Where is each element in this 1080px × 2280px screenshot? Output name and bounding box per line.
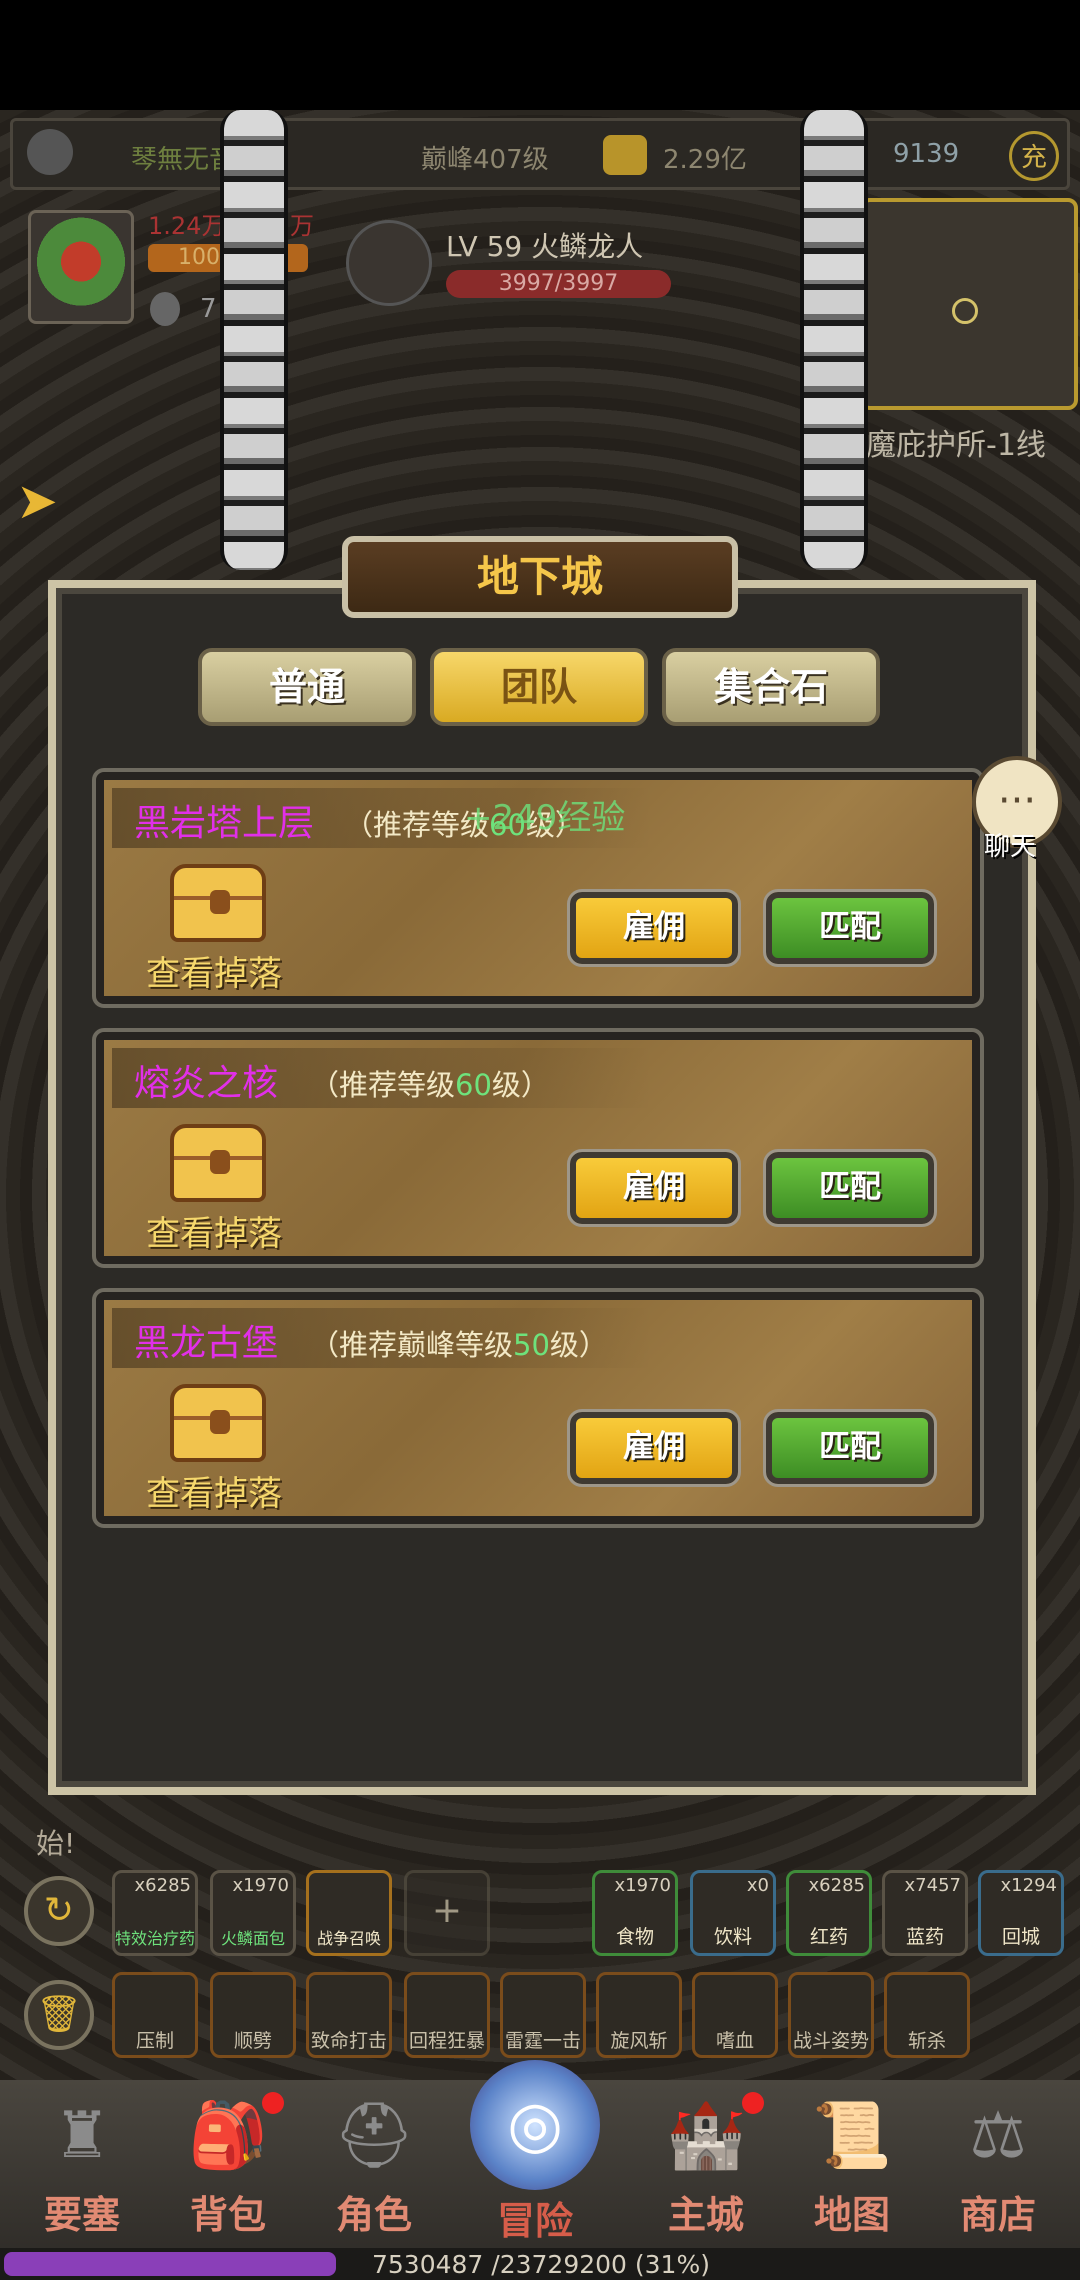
boss-portrait [346,220,432,306]
exp-bar-fill [4,2252,336,2276]
skill-slot[interactable]: 致命打击 [306,1972,392,2058]
nav-shop[interactable]: ⚖ 商店 [938,2088,1058,2258]
consumable-slot[interactable]: x1970 火鳞面包 [210,1870,296,1956]
skill-slot[interactable]: 回程狂暴 [404,1972,490,2058]
dungeon-name: 熔炎之核 [134,1063,279,1104]
gold-icon [603,135,647,175]
scroll-icon: 📜 [812,2099,892,2173]
right-chain [800,110,868,570]
chat-label[interactable]: 聊天 [984,826,1036,863]
nav-main-city[interactable]: 🏰 主城 [646,2088,766,2258]
nav-fortress[interactable]: ♜ 要塞 [22,2088,142,2258]
gold-amount: 2.29亿 [663,145,747,175]
combat-log-text: 始! [36,1827,76,1860]
player-power: 1.24万 [148,212,226,240]
dungeon-card-1: 黑岩塔上层 （推荐等级60级） +249经验 查看掉落 雇佣 匹配 [92,768,984,1008]
hire-button[interactable]: 雇佣 [567,1409,741,1487]
skill-slot[interactable]: 嗜血 [692,1972,778,2058]
skill-slot[interactable]: 压制 [112,1972,198,2058]
return-city-slot[interactable]: x1294 回城 [978,1870,1064,1956]
dungeon-card-2: 熔炎之核 （推荐等级60级） 查看掉落 雇佣 匹配 [92,1028,984,1268]
dungeon-card-3: 黑龙古堡 （推荐巅峰等级50级） 查看掉落 雇佣 匹配 [92,1288,984,1528]
map-marker-icon [952,298,978,324]
left-chain [220,110,288,570]
castle-icon: 🏰 [666,2099,746,2173]
hire-button[interactable]: 雇佣 [567,889,741,967]
recharge-button[interactable]: 充 [1009,131,1059,181]
boss-hp-bar: 3997/3997 [446,270,671,298]
nav-adventure[interactable]: ◎ 冒险 [460,2060,610,2243]
drink-slot[interactable]: x0 饮料 [690,1870,776,1956]
treasure-chest-icon[interactable] [170,864,266,942]
refresh-icon[interactable]: ↻ [24,1876,94,1946]
potion-icon [150,292,180,326]
nav-map[interactable]: 📜 地图 [792,2088,912,2258]
tab-normal[interactable]: 普通 [198,648,416,726]
gem-amount: 9139 [893,139,960,169]
shop-icon: ⚖ [969,2099,1027,2173]
view-drops-link[interactable]: 查看掉落 [146,1206,282,1255]
fortress-icon: ♜ [53,2099,111,2173]
peak-level: 巅峰407级 [421,145,549,175]
exp-text: 7530487 /23729200 (31%) [372,2250,710,2279]
treasure-chest-icon[interactable] [170,1384,266,1462]
consumable-slot[interactable]: x6285 特效治疗药 [112,1870,198,1956]
skill-slot[interactable]: 雷霆一击 [500,1972,586,2058]
skill-slot[interactable]: 斩杀 [884,1972,970,2058]
consumable-slot[interactable]: 战争召唤 [306,1870,392,1956]
treasure-chest-icon[interactable] [170,1124,266,1202]
expand-arrow-icon[interactable]: ➤ [16,472,58,530]
top-status-bar: 琴無无音 巅峰407级 2.29亿 9139 充 [10,118,1070,190]
hire-button[interactable]: 雇佣 [567,1149,741,1227]
skill-slot[interactable]: 旋风斩 [596,1972,682,2058]
match-button[interactable]: 匹配 [763,1409,937,1487]
match-button[interactable]: 匹配 [763,889,937,967]
settings-icon[interactable] [27,129,73,175]
nav-character[interactable]: ⛑ 角色 [314,2088,434,2258]
map-location: 魔庇护所-1线 [866,428,1046,463]
panel-title: 地下城 [476,552,603,601]
view-drops-link[interactable]: 查看掉落 [146,946,282,995]
notification-dot [262,2092,284,2114]
boss-name: LV 59 火鳞龙人 [446,230,644,263]
recommended-level: （推荐等级60级） [310,1068,550,1102]
food-slot[interactable]: x1970 食物 [592,1870,678,1956]
skill-slot[interactable]: 顺劈 [210,1972,296,2058]
player-power-unit: 万 [290,212,314,240]
dungeon-name: 黑龙古堡 [134,1323,279,1364]
minimap[interactable] [860,198,1078,410]
potion-count: 7 [200,294,217,324]
view-drops-link[interactable]: 查看掉落 [146,1466,282,1515]
portal-icon: ◎ [470,2060,600,2190]
panel-title-plate: 地下城 [342,536,738,618]
player-avatar[interactable] [28,210,134,324]
dungeon-name: 黑岩塔上层 [134,803,315,844]
skill-slot[interactable]: 战斗姿势 [788,1972,874,2058]
tab-gathering-stone[interactable]: 集合石 [662,648,880,726]
trash-icon[interactable]: 🗑 [24,1980,94,2050]
notification-dot [742,2092,764,2114]
recommended-level: （推荐巅峰等级50级） [310,1328,608,1362]
empty-slot[interactable]: + [404,1870,490,1956]
red-potion-slot[interactable]: x6285 红药 [786,1870,872,1956]
tab-team[interactable]: 团队 [430,648,648,726]
blue-potion-slot[interactable]: x7457 蓝药 [882,1870,968,1956]
helmet-icon: ⛑ [333,2099,415,2173]
floating-exp-text: +249经验 [464,798,626,838]
match-button[interactable]: 匹配 [763,1149,937,1227]
